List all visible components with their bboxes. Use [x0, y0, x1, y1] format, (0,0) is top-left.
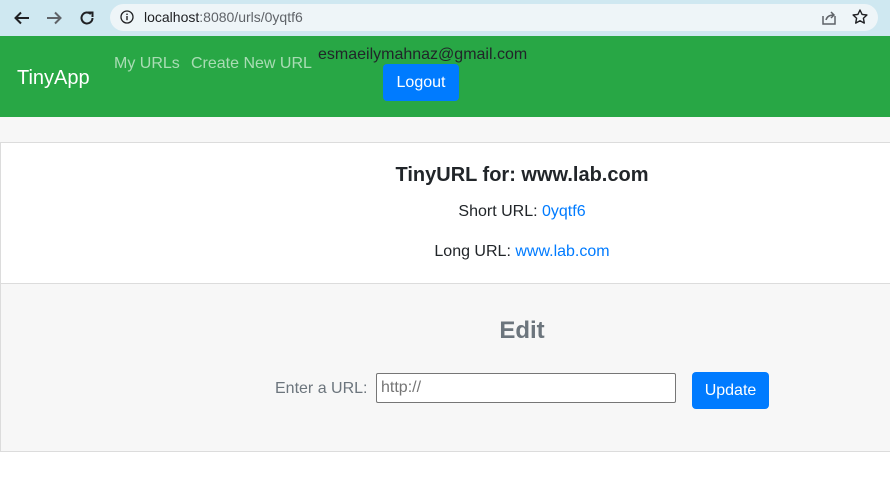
nav-link-my-urls[interactable]: My URLs — [114, 55, 180, 73]
short-url-label: Short URL: — [458, 203, 538, 220]
arrow-right-icon — [47, 11, 62, 25]
edit-section: Edit Enter a URL: Update — [0, 284, 890, 452]
url-input[interactable] — [376, 373, 676, 403]
share-icon[interactable] — [820, 9, 838, 27]
update-button[interactable]: Update — [692, 372, 769, 409]
short-url-line: Short URL: 0yqtf6 — [1, 203, 890, 221]
brand-logo[interactable]: TinyApp — [17, 67, 90, 90]
user-email: esmaeilymahnaz@gmail.com — [318, 46, 528, 63]
reload-icon — [80, 11, 94, 25]
logout-button[interactable]: Logout — [383, 64, 459, 101]
url-details-card: TinyURL for: www.lab.com Short URL: 0yqt… — [0, 143, 890, 284]
address-bar[interactable]: localhost:8080/urls/0yqtf6 — [110, 4, 878, 31]
url-path: :8080/urls/0yqtf6 — [199, 9, 303, 25]
nav-link-create-new-url[interactable]: Create New URL — [191, 55, 312, 73]
url-host: localhost — [144, 9, 200, 25]
forward-button[interactable] — [43, 7, 65, 29]
long-url-label: Long URL: — [434, 243, 511, 260]
reload-button[interactable] — [76, 7, 98, 29]
back-button[interactable] — [11, 7, 33, 29]
long-url-line: Long URL: www.lab.com — [1, 243, 890, 261]
arrow-left-icon — [14, 11, 29, 25]
edit-title: Edit — [499, 317, 545, 344]
card-title: TinyURL for: www.lab.com — [395, 164, 649, 186]
short-url-link[interactable]: 0yqtf6 — [542, 203, 586, 220]
star-icon[interactable] — [851, 8, 869, 26]
long-url-link[interactable]: www.lab.com — [515, 243, 609, 260]
app-navbar: TinyApp My URLs Create New URL esmaeilym… — [0, 36, 890, 117]
url-input-label: Enter a URL: — [275, 380, 368, 397]
browser-toolbar: localhost:8080/urls/0yqtf6 — [0, 0, 890, 36]
card-header — [0, 117, 890, 143]
info-icon[interactable] — [120, 10, 134, 24]
url-text[interactable]: localhost:8080/urls/0yqtf6 — [144, 9, 303, 25]
